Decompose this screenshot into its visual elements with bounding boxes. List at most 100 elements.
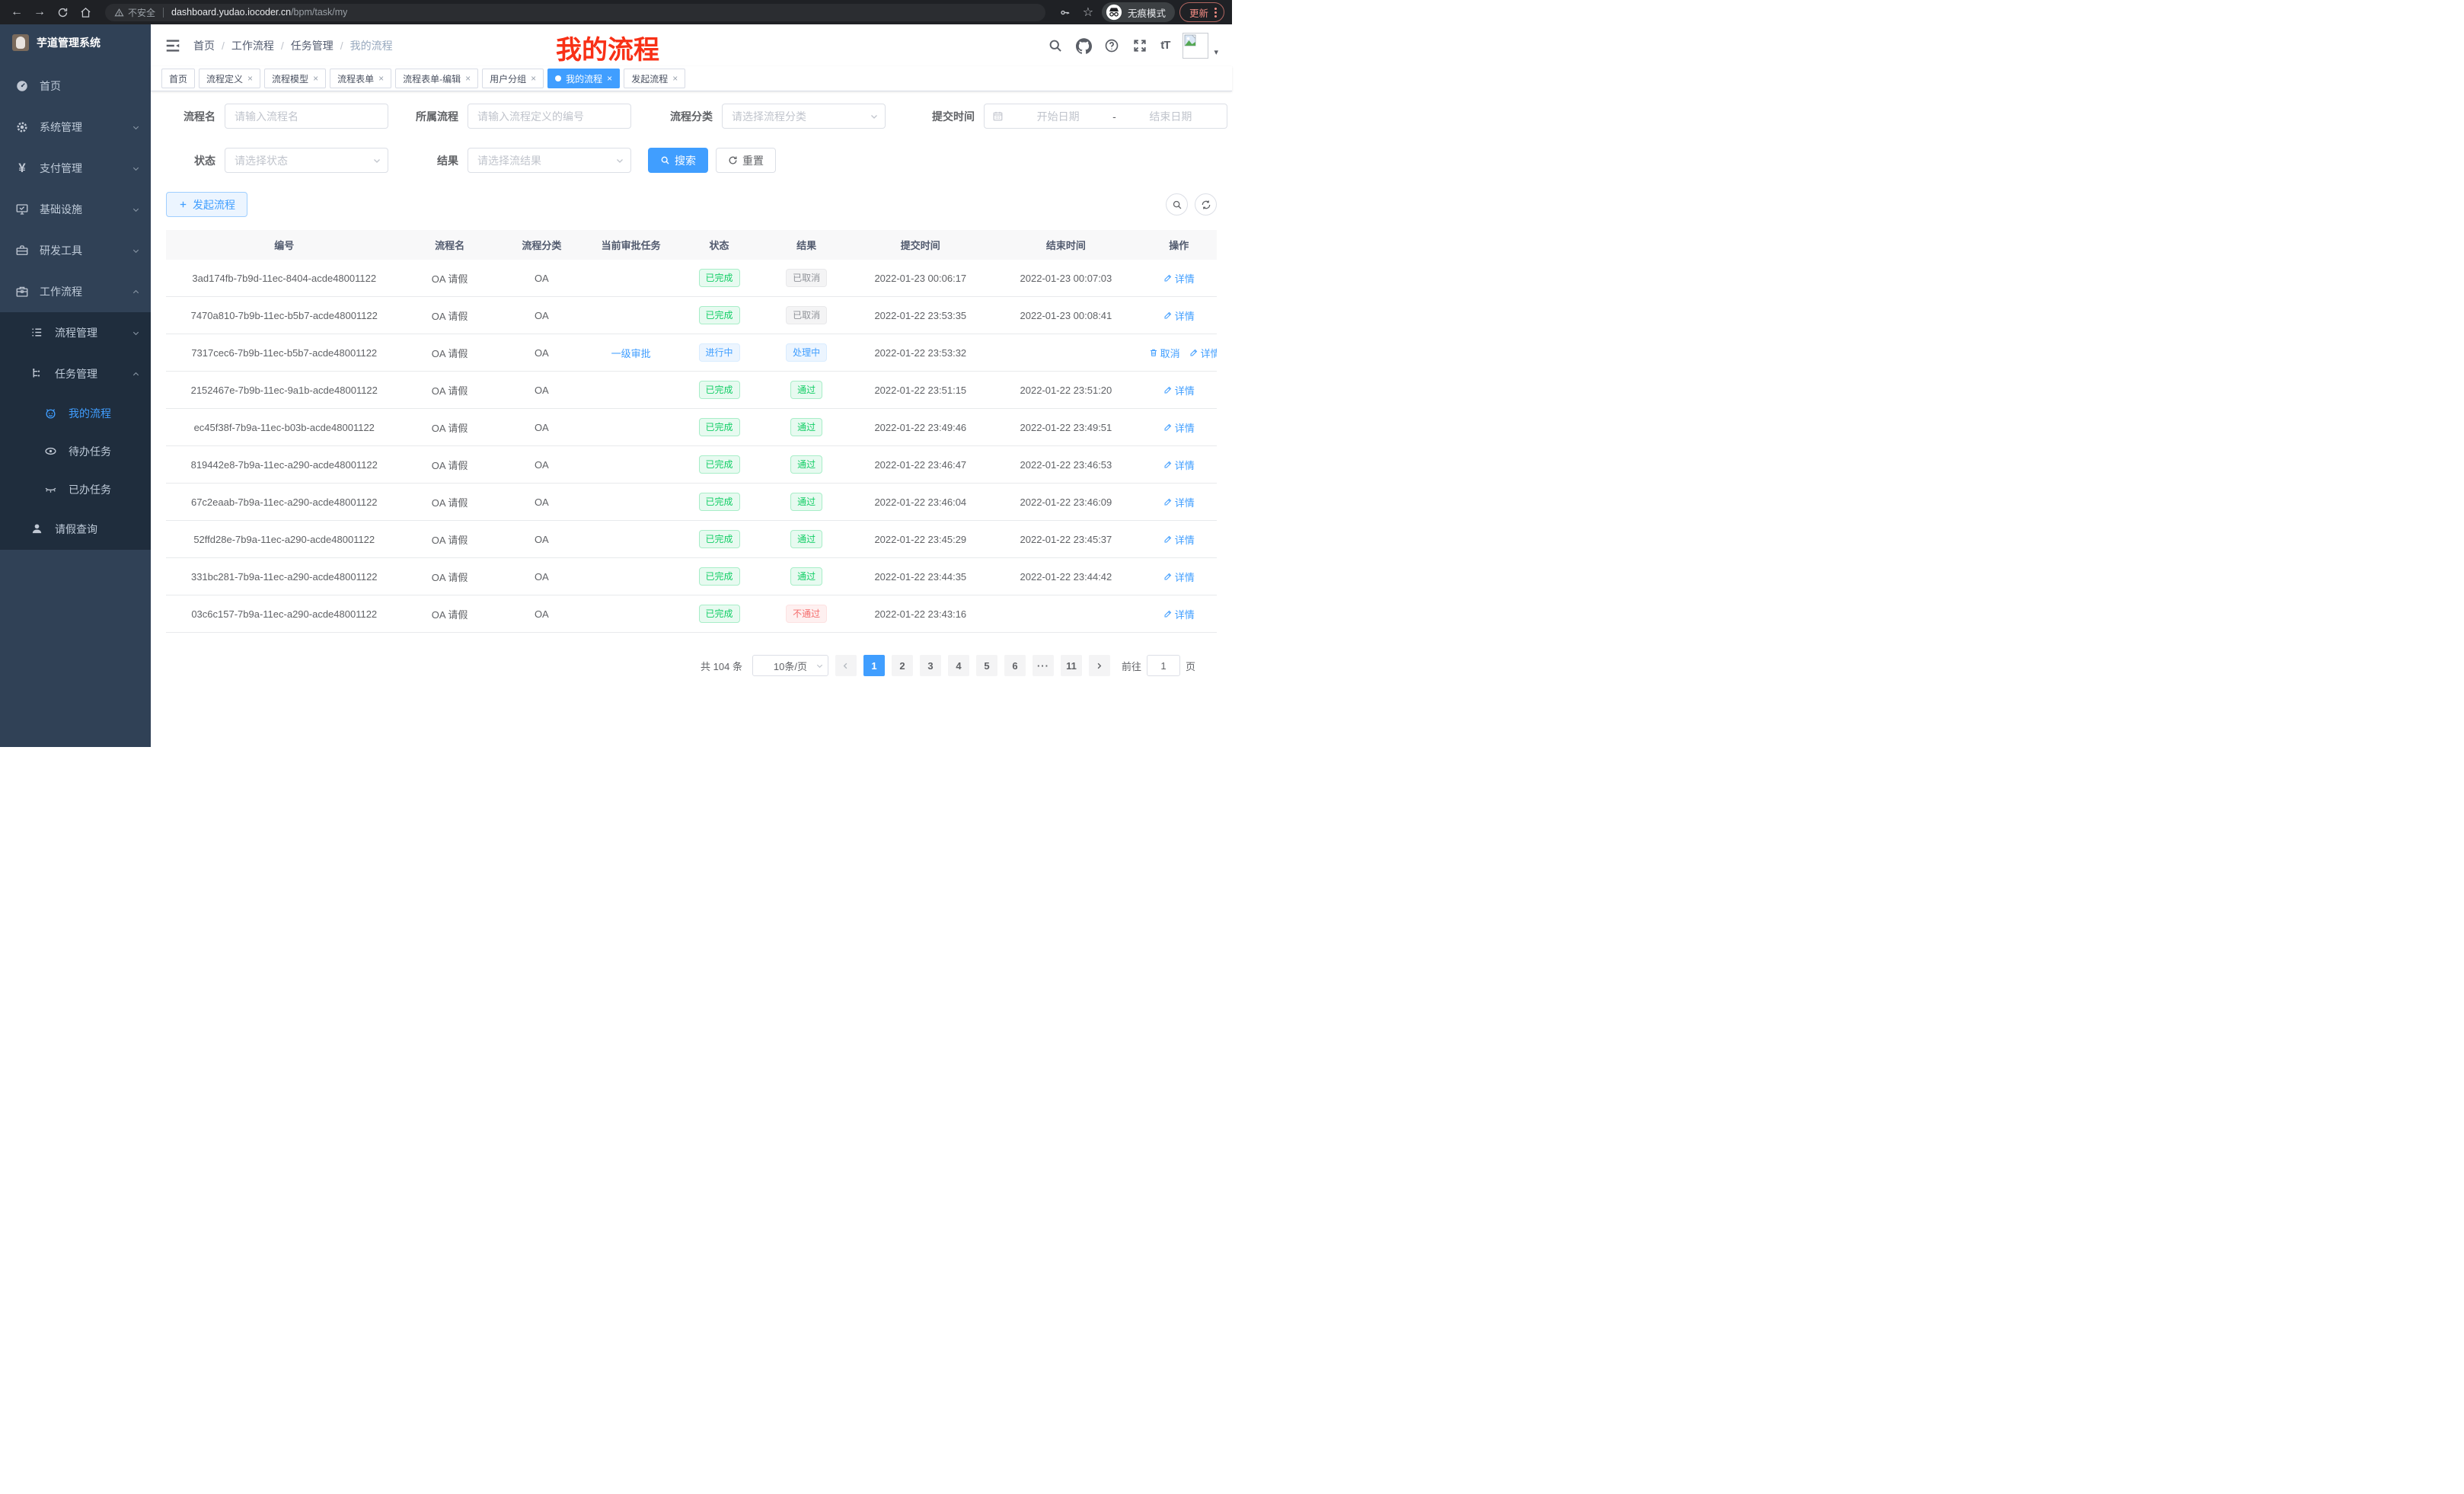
font-size-icon[interactable]: tT <box>1160 39 1170 52</box>
star-icon[interactable]: ☆ <box>1079 3 1097 21</box>
search-button[interactable]: 搜索 <box>648 148 708 173</box>
column-header: 流程名 <box>403 238 497 252</box>
chevron-left-icon <box>841 662 850 670</box>
forward-icon[interactable]: → <box>30 3 49 21</box>
process-name-input[interactable] <box>225 104 388 129</box>
breadcrumb-item[interactable]: 首页 <box>193 38 215 53</box>
action-detail-link[interactable]: 详情 <box>1163 570 1195 584</box>
sidebar-item-todo-task[interactable]: 待办任务 <box>0 433 151 471</box>
submit-time-range-input[interactable]: 开始日期 - 结束日期 <box>984 104 1227 129</box>
sidebar-item-infra[interactable]: 基础设施 <box>0 189 151 230</box>
breadcrumb-item[interactable]: 任务管理 <box>291 38 334 53</box>
page-size-select[interactable] <box>752 655 828 676</box>
sidebar-item-done-task[interactable]: 已办任务 <box>0 471 151 509</box>
create-process-button[interactable]: 发起流程 <box>166 192 247 217</box>
action-detail-link[interactable]: 详情 <box>1163 420 1195 435</box>
back-icon[interactable]: ← <box>8 3 26 21</box>
tab-item[interactable]: 用户分组× <box>482 69 544 88</box>
action-detail-link[interactable]: 详情 <box>1163 383 1195 397</box>
breadcrumb: 首页 / 工作流程 / 任务管理 / 我的流程 <box>193 38 393 53</box>
sidebar-item-pay[interactable]: ¥ 支付管理 <box>0 148 151 189</box>
url-text[interactable]: dashboard.yudao.iocoder.cn/bpm/task/my <box>171 7 347 18</box>
status-select[interactable] <box>225 148 388 173</box>
goto-page-input[interactable] <box>1147 655 1180 676</box>
hamburger-icon[interactable] <box>164 37 181 54</box>
action-label: 详情 <box>1175 458 1195 472</box>
app-logo-row[interactable]: 芋道管理系统 <box>0 24 151 61</box>
page-button[interactable]: 11 <box>1061 655 1082 676</box>
result-select[interactable] <box>468 148 631 173</box>
cell-submit-time: 2022-01-22 23:44:35 <box>850 571 991 583</box>
tab-item[interactable]: 流程表单-编辑× <box>395 69 478 88</box>
reset-button[interactable]: 重置 <box>716 148 776 173</box>
status-badge: 已完成 <box>699 530 740 548</box>
page-button[interactable]: 4 <box>948 655 969 676</box>
sidebar-item-dev[interactable]: 研发工具 <box>0 230 151 271</box>
action-detail-link[interactable]: 详情 <box>1189 346 1217 360</box>
close-icon[interactable]: × <box>531 74 536 83</box>
category-select[interactable] <box>722 104 886 129</box>
address-bar[interactable]: 不安全 dashboard.yudao.iocoder.cn/bpm/task/… <box>105 4 1045 21</box>
page-button[interactable]: 6 <box>1004 655 1026 676</box>
action-detail-link[interactable]: 详情 <box>1163 532 1195 547</box>
cell-result: 已取消 <box>763 269 851 287</box>
result-badge: 已取消 <box>786 306 827 324</box>
close-icon[interactable]: × <box>465 74 471 83</box>
close-icon[interactable]: × <box>607 74 612 83</box>
action-detail-link[interactable]: 详情 <box>1163 607 1195 621</box>
date-separator: - <box>1112 110 1116 123</box>
breadcrumb-item[interactable]: 工作流程 <box>231 38 274 53</box>
filter-label-category: 流程分类 <box>648 109 713 124</box>
sidebar-item-process-mgmt[interactable]: 流程管理 <box>0 312 151 353</box>
prev-page-button[interactable] <box>835 655 857 676</box>
parent-process-input[interactable] <box>468 104 631 129</box>
action-detail-link[interactable]: 详情 <box>1163 458 1195 472</box>
security-indicator[interactable]: 不安全 <box>114 6 155 19</box>
tab-item[interactable]: 首页 <box>161 69 195 88</box>
browser-menu-icon[interactable] <box>1214 8 1217 18</box>
tab-item[interactable]: 发起流程× <box>624 69 685 88</box>
action-detail-link[interactable]: 详情 <box>1163 308 1195 323</box>
tab-item[interactable]: 我的流程× <box>547 69 620 88</box>
process-table: 编号流程名流程分类当前审批任务状态结果提交时间结束时间操作 3ad174fb-7… <box>166 230 1217 633</box>
close-icon[interactable]: × <box>313 74 318 83</box>
tab-item[interactable]: 流程模型× <box>264 69 326 88</box>
page-header: 首页 / 工作流程 / 任务管理 / 我的流程 <box>151 24 1232 66</box>
key-icon[interactable] <box>1056 3 1074 21</box>
table-row: 7470a810-7b9b-11ec-b5b7-acde48001122OA 请… <box>166 297 1217 334</box>
show-search-button[interactable] <box>1166 193 1188 215</box>
refresh-table-button[interactable] <box>1195 193 1217 215</box>
next-page-button[interactable] <box>1089 655 1110 676</box>
update-button[interactable]: 更新 <box>1179 2 1224 22</box>
page-button[interactable]: 3 <box>920 655 941 676</box>
fullscreen-icon[interactable] <box>1132 38 1147 53</box>
action-detail-link[interactable]: 详情 <box>1163 271 1195 286</box>
breadcrumb-separator: / <box>222 40 225 52</box>
page-button[interactable]: 2 <box>892 655 913 676</box>
sidebar-item-system[interactable]: 系统管理 <box>0 107 151 148</box>
sidebar-item-leave-query[interactable]: 请假查询 <box>0 509 151 550</box>
dashboard-icon <box>15 79 29 93</box>
more-pages-icon[interactable]: ··· <box>1033 655 1054 676</box>
home-icon[interactable] <box>76 3 94 21</box>
current-task-link[interactable]: 一级审批 <box>611 348 651 359</box>
close-icon[interactable]: × <box>378 74 384 83</box>
search-icon[interactable] <box>1048 38 1063 53</box>
tab-item[interactable]: 流程定义× <box>199 69 260 88</box>
reload-icon[interactable] <box>53 3 72 21</box>
sidebar-item-workflow[interactable]: 工作流程 <box>0 271 151 312</box>
action-cancel-link[interactable]: 取消 <box>1149 346 1180 360</box>
caret-down-icon[interactable]: ▾ <box>1214 47 1218 57</box>
sidebar-item-task-mgmt[interactable]: 任务管理 <box>0 353 151 394</box>
page-button[interactable]: 1 <box>863 655 885 676</box>
action-detail-link[interactable]: 详情 <box>1163 495 1195 509</box>
sidebar-item-home[interactable]: 首页 <box>0 65 151 107</box>
avatar[interactable] <box>1183 33 1208 59</box>
close-icon[interactable]: × <box>672 74 678 83</box>
github-icon[interactable] <box>1076 38 1091 53</box>
sidebar-item-my-process[interactable]: 我的流程 <box>0 394 151 433</box>
close-icon[interactable]: × <box>247 74 253 83</box>
help-icon[interactable] <box>1104 38 1119 53</box>
page-button[interactable]: 5 <box>976 655 997 676</box>
tab-item[interactable]: 流程表单× <box>330 69 391 88</box>
